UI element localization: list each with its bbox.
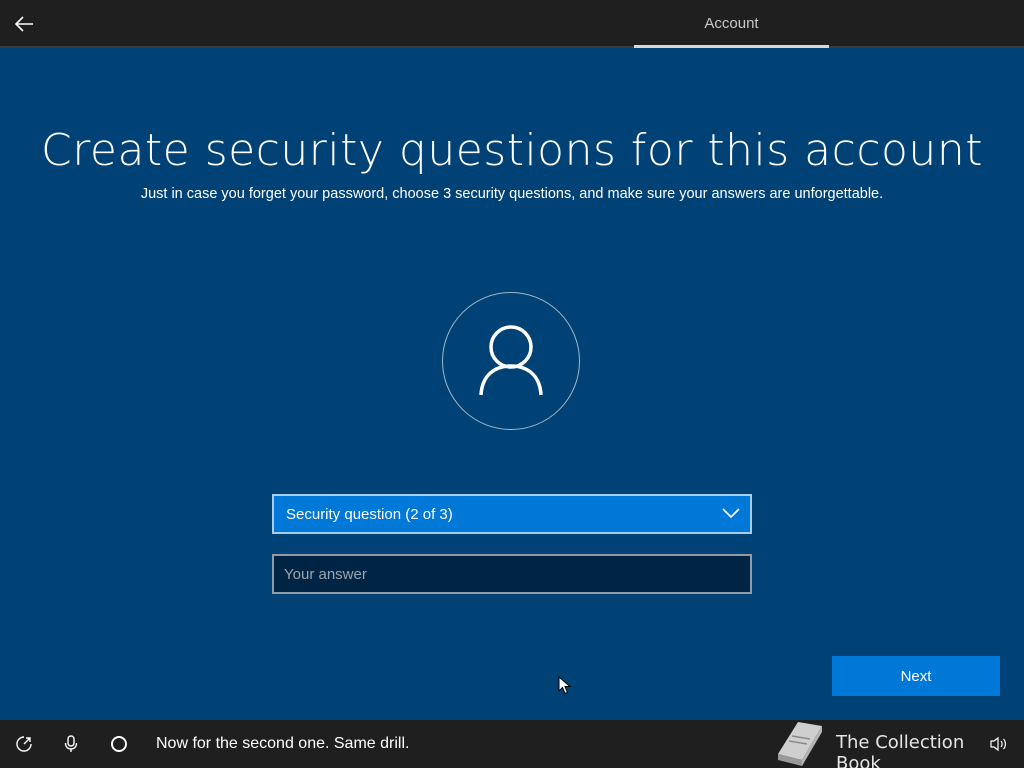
top-bar: Account xyxy=(0,0,1024,48)
ease-of-access-icon xyxy=(16,736,32,752)
user-icon xyxy=(479,325,543,396)
next-button[interactable]: Next xyxy=(832,656,1000,696)
avatar xyxy=(442,292,580,430)
volume-button[interactable] xyxy=(986,732,1010,756)
answer-input[interactable] xyxy=(272,554,752,594)
accessibility-button[interactable] xyxy=(12,732,36,756)
security-question-label: Security question (2 of 3) xyxy=(286,506,453,523)
main-panel: Create security questions for this accou… xyxy=(0,48,1024,720)
back-button[interactable] xyxy=(8,8,40,40)
book-icon xyxy=(778,722,822,766)
bottom-bar: Now for the second one. Same drill. The … xyxy=(0,720,1024,768)
page-title: Create security questions for this accou… xyxy=(41,125,983,176)
cortana-circle-icon xyxy=(111,736,127,752)
microphone-button[interactable] xyxy=(59,732,83,756)
tab-account[interactable]: Account xyxy=(634,0,829,46)
cortana-caption: Now for the second one. Same drill. xyxy=(156,735,410,752)
watermark: The Collection Book xyxy=(772,720,1012,768)
chevron-down-icon xyxy=(722,508,740,519)
cortana-button[interactable] xyxy=(107,732,131,756)
mouse-cursor-icon xyxy=(558,676,572,695)
volume-icon xyxy=(990,736,1006,752)
security-question-dropdown[interactable]: Security question (2 of 3) xyxy=(272,494,752,534)
microphone-icon xyxy=(64,735,78,752)
page-subtitle: Just in case you forget your password, c… xyxy=(140,186,884,202)
arrow-left-icon xyxy=(14,16,33,32)
